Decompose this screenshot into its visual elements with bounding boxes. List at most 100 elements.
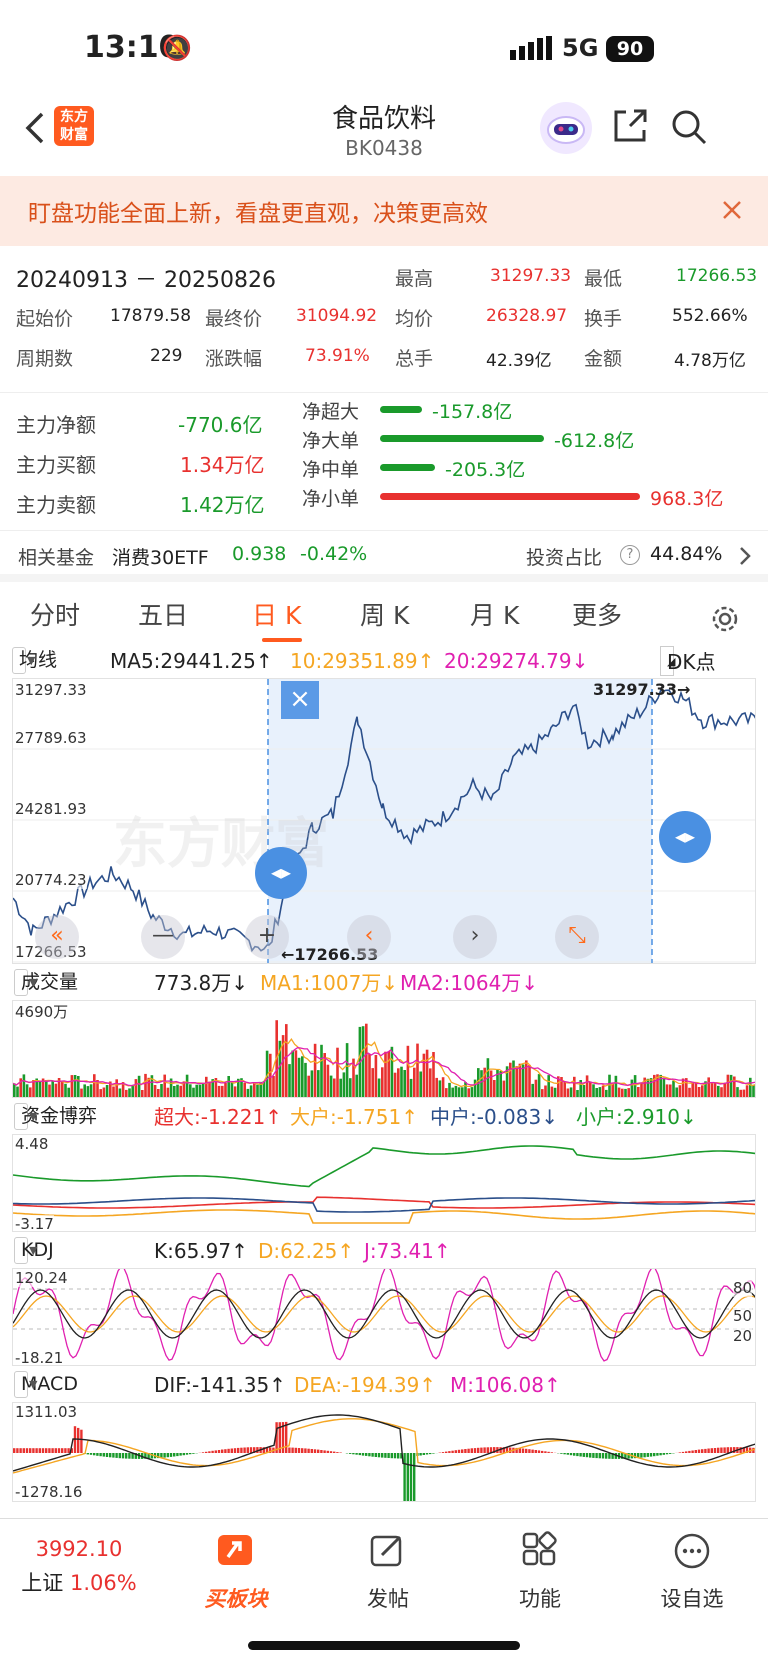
- macd-bar: [413, 1453, 416, 1501]
- volume-bar: [736, 1087, 739, 1097]
- kdj-d: D:62.25↑: [258, 1239, 355, 1263]
- tab-weekly-k[interactable]: 周 K: [360, 588, 409, 644]
- macd-bar: [649, 1453, 653, 1457]
- volume-bar: [605, 1089, 608, 1097]
- capital-min-label: -3.17: [15, 1215, 54, 1232]
- index-quote[interactable]: 3992.10 上证 1.06%: [14, 1537, 144, 1597]
- volume-chart[interactable]: 4690万: [12, 1000, 756, 1098]
- volume-bar: [617, 1087, 621, 1097]
- banner-text: 盯盘功能全面上新，看盘更直观，决策更高效: [28, 201, 488, 227]
- volume-bar: [448, 1082, 451, 1097]
- search-icon[interactable]: [670, 108, 708, 150]
- range-handle-right-icon[interactable]: ◂▸: [659, 811, 711, 863]
- kdj-chart[interactable]: 120.24 -18.21 80 50 20: [12, 1268, 756, 1366]
- volume-bar: [438, 1080, 442, 1097]
- tab-intraday[interactable]: 分时: [30, 588, 80, 644]
- macd-bar: [249, 1447, 253, 1453]
- fullscreen-icon[interactable]: ⤡: [555, 915, 599, 959]
- macd-bar: [451, 1450, 454, 1453]
- close-icon[interactable]: [720, 198, 744, 226]
- macd-bar: [445, 1451, 448, 1453]
- small-trader-line: [13, 1145, 755, 1188]
- mute-bell-icon: 🔕: [162, 34, 192, 62]
- macd-bar: [86, 1453, 89, 1455]
- price-chart[interactable]: 东方财富 31297.33 27789.63 24281.93 20774.23…: [12, 678, 756, 964]
- step-left-icon[interactable]: ‹: [347, 915, 391, 959]
- capital-chart[interactable]: 4.48 -3.17: [12, 1134, 756, 1232]
- chevron-right-icon[interactable]: [738, 545, 752, 571]
- macd-bar: [601, 1453, 605, 1459]
- post-button[interactable]: 发帖: [328, 1531, 448, 1613]
- macd-bar: [329, 1451, 333, 1453]
- capital-select[interactable]: 资金博弈 ▼: [14, 1103, 97, 1130]
- macd-bar: [189, 1453, 192, 1455]
- macd-bar: [51, 1448, 54, 1453]
- volume-bar: [416, 1043, 419, 1097]
- macd-bar: [377, 1453, 381, 1458]
- volume-bar: [317, 1070, 320, 1097]
- macd-m: M:106.08↑: [450, 1373, 561, 1397]
- dropdown-arrow-icon: ▼: [29, 1244, 38, 1257]
- back-icon[interactable]: [22, 110, 48, 150]
- y-tick-label: 27789.63: [15, 729, 87, 747]
- kdj-select[interactable]: KDJ ▼: [14, 1237, 54, 1264]
- volume-bar: [461, 1087, 464, 1097]
- related-fund-row[interactable]: 相关基金 消费30ETF 0.938 -0.42% 投资占比 ? 44.84%: [0, 530, 768, 582]
- capital-chart-svg: [13, 1145, 755, 1224]
- range-handle-left-icon[interactable]: ◂▸: [255, 847, 307, 899]
- buy-sector-button[interactable]: 买板块: [176, 1531, 296, 1613]
- help-icon[interactable]: ?: [620, 545, 640, 565]
- volume-bar: [637, 1087, 640, 1097]
- fund-name[interactable]: 消费30ETF: [112, 543, 209, 570]
- share-icon[interactable]: [612, 108, 648, 148]
- step-right-icon[interactable]: ›: [453, 915, 497, 959]
- tab-more[interactable]: 更多: [572, 588, 622, 644]
- promo-banner[interactable]: 盯盘功能全面上新，看盘更直观，决策更高效: [0, 176, 768, 246]
- functions-button[interactable]: 功能: [480, 1531, 600, 1613]
- robot-assistant-icon[interactable]: [540, 102, 592, 154]
- tab-monthly-k[interactable]: 月 K: [470, 588, 519, 644]
- dk-point-button[interactable]: DK点 ◢: [660, 646, 716, 676]
- tab-five-day[interactable]: 五日: [138, 588, 188, 644]
- zoom-in-icon[interactable]: +: [245, 915, 289, 959]
- tab-daily-k[interactable]: 日 K: [252, 588, 301, 644]
- volume-bar: [384, 1051, 387, 1097]
- indicator-select[interactable]: 均线 ▼: [12, 647, 57, 674]
- zoom-out-icon[interactable]: —: [141, 915, 185, 959]
- sector-code: BK0438: [345, 136, 423, 160]
- macd-bar: [678, 1452, 681, 1453]
- volume-bar: [253, 1082, 256, 1097]
- app-logo[interactable]: 东方 财富: [54, 106, 94, 146]
- buy-sector-label: 买板块: [204, 1587, 268, 1611]
- close-selection-icon[interactable]: ×: [281, 681, 319, 719]
- volume-bar: [688, 1087, 691, 1097]
- volume-bar: [451, 1087, 454, 1097]
- volume-bar: [89, 1084, 93, 1097]
- add-watchlist-button[interactable]: 设自选: [632, 1531, 752, 1613]
- macd-bar: [121, 1453, 125, 1459]
- volume-bar: [541, 1089, 544, 1097]
- fund-label: 相关基金: [18, 547, 95, 569]
- volume-bar: [371, 1068, 374, 1097]
- macd-chart[interactable]: 1311.03 -1278.16: [12, 1402, 756, 1502]
- volume-bar: [627, 1088, 630, 1097]
- index-row: 上证 1.06%: [14, 1567, 144, 1597]
- volume-bar: [249, 1085, 253, 1097]
- volume-bar: [67, 1087, 70, 1097]
- macd-bar: [112, 1453, 115, 1458]
- volume-bar: [742, 1089, 746, 1097]
- macd-bar: [291, 1447, 294, 1453]
- flow-bar-label: 净超大: [302, 401, 360, 423]
- volume-bar: [301, 1056, 304, 1097]
- scroll-left-fast-icon[interactable]: «: [35, 915, 79, 959]
- macd-select[interactable]: MACD ▼: [14, 1371, 78, 1398]
- macd-bar: [425, 1453, 429, 1455]
- volume-bar: [592, 1084, 595, 1097]
- macd-bar: [19, 1448, 22, 1453]
- settings-gear-icon[interactable]: [710, 604, 740, 638]
- volume-select[interactable]: 成交量 ▼: [14, 969, 78, 996]
- volume-bar: [61, 1081, 64, 1097]
- macd-bar: [640, 1453, 643, 1458]
- volume-bar: [441, 1077, 445, 1097]
- volume-bar: [624, 1088, 627, 1097]
